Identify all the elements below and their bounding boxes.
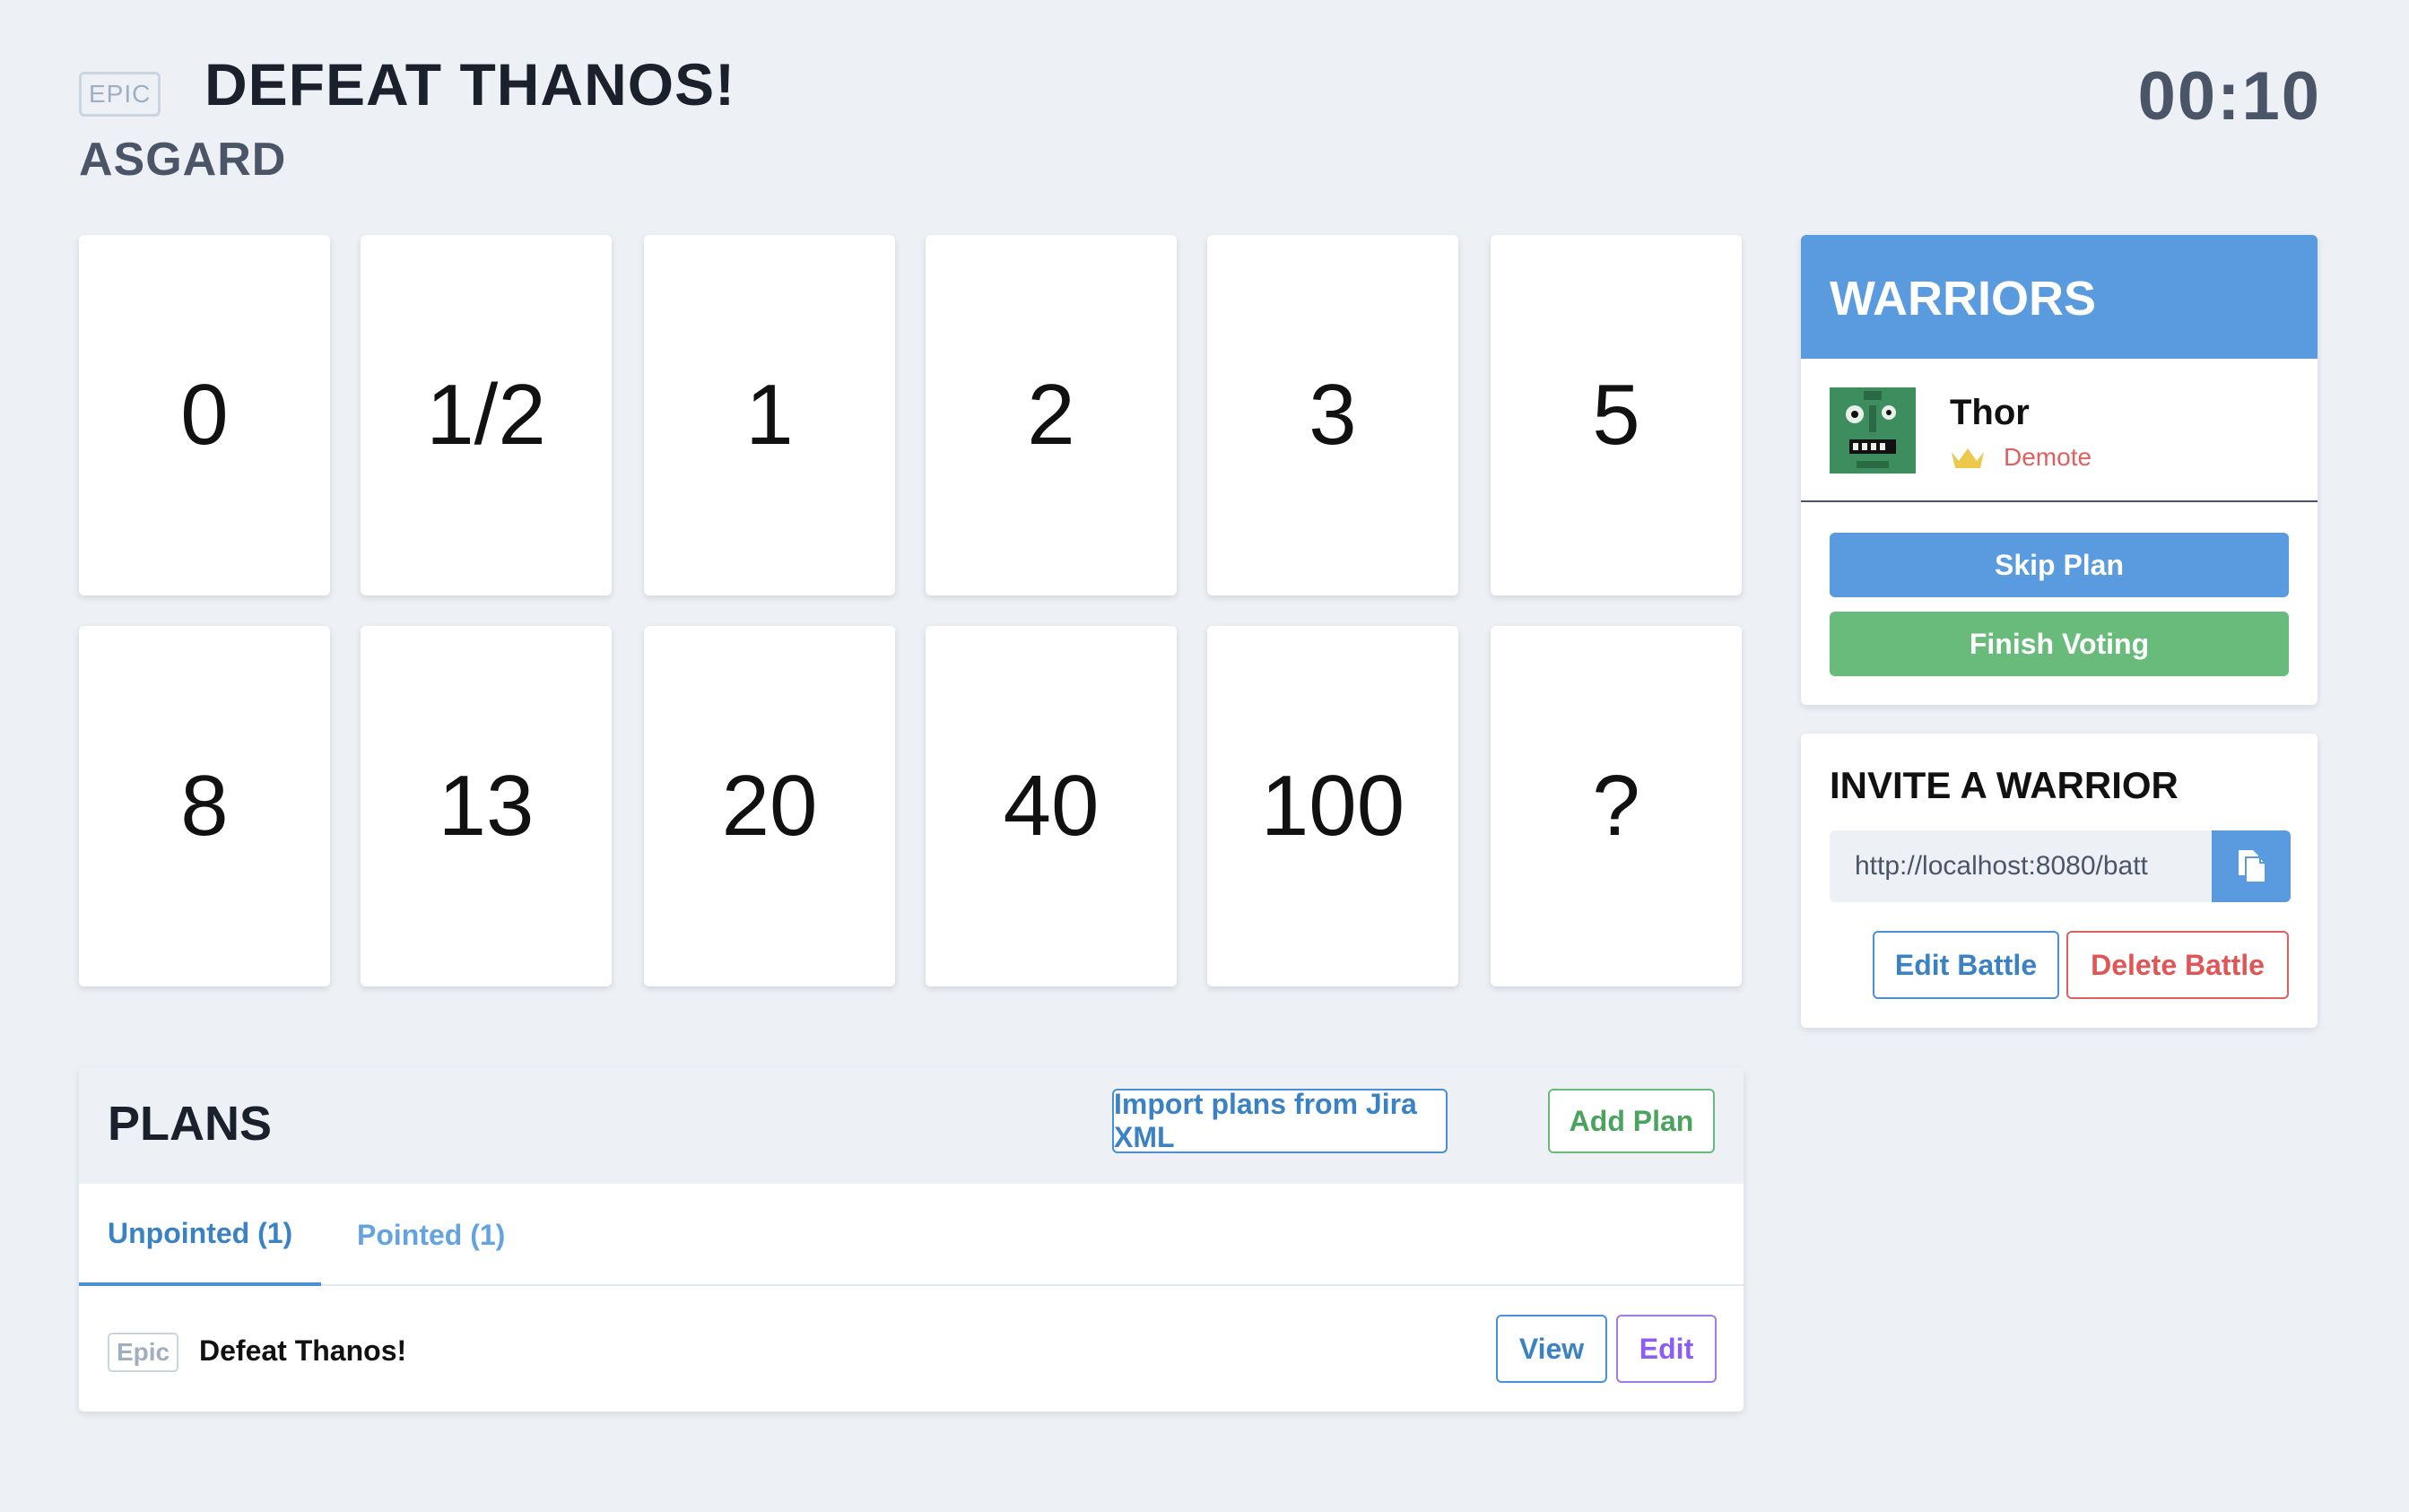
warriors-panel: WARRIORS Thor Demote Skip Plan Finish Vo… [1801,235,2318,705]
finish-voting-button[interactable]: Finish Voting [1830,612,2289,676]
crown-icon [1952,448,1984,468]
plans-panel: PLANS Import plans from Jira XML Add Pla… [79,1067,1744,1412]
copy-link-button[interactable] [2212,830,2291,902]
voting-timer: 00:10 [2137,58,2321,135]
warrior-item: Thor Demote [1801,359,2318,502]
view-plan-button[interactable]: View [1496,1315,1607,1383]
point-card[interactable]: 20 [644,626,895,986]
point-card[interactable]: 5 [1491,235,1742,595]
delete-battle-button[interactable]: Delete Battle [2066,931,2289,999]
tab-pointed[interactable]: Pointed (1) [357,1184,505,1286]
demote-link[interactable]: Demote [2004,443,2092,472]
invite-title: INVITE A WARRIOR [1830,764,2179,806]
point-card[interactable]: 8 [79,626,330,986]
plans-header: PLANS Import plans from Jira XML Add Pla… [79,1067,1744,1184]
point-card[interactable]: 1/2 [361,235,612,595]
point-card[interactable]: 40 [926,626,1177,986]
point-card[interactable]: 2 [926,235,1177,595]
point-card[interactable]: 13 [361,626,612,986]
plans-tabs: Unpointed (1) Pointed (1) [79,1184,1744,1286]
plans-title: PLANS [108,1097,273,1151]
point-card[interactable]: 3 [1207,235,1458,595]
plan-type-badge: Epic [108,1333,179,1372]
invite-panel: INVITE A WARRIOR http://localhost:8080/b… [1801,734,2318,1028]
active-plan-title: DEFEAT THANOS! [204,51,736,117]
tab-unpointed[interactable]: Unpointed (1) [79,1184,321,1286]
skip-plan-button[interactable]: Skip Plan [1830,533,2289,597]
invite-link-field[interactable]: http://localhost:8080/batt [1830,830,2212,902]
plan-name: Defeat Thanos! [199,1334,407,1367]
edit-plan-button[interactable]: Edit [1616,1315,1717,1383]
plan-row: Epic Defeat Thanos! View Edit [79,1286,1744,1412]
avatar-robot-icon [1830,387,1916,474]
copy-icon [2239,850,2266,883]
edit-battle-button[interactable]: Edit Battle [1873,931,2059,999]
warrior-name: Thor [1950,393,2030,432]
point-card[interactable]: 100 [1207,626,1458,986]
battle-name: ASGARD [79,134,287,186]
point-card[interactable]: ? [1491,626,1742,986]
warriors-title: WARRIORS [1830,272,2096,326]
point-card[interactable]: 1 [644,235,895,595]
import-jira-button[interactable]: Import plans from Jira XML [1112,1088,1448,1153]
point-card[interactable]: 0 [79,235,330,595]
avatar [1830,387,1916,474]
add-plan-button[interactable]: Add Plan [1548,1089,1715,1153]
warriors-header: WARRIORS [1801,235,2318,359]
epic-badge: EPIC [79,72,161,117]
battle-header: EPIC DEFEAT THANOS! ASGARD 00:10 [79,50,2321,194]
